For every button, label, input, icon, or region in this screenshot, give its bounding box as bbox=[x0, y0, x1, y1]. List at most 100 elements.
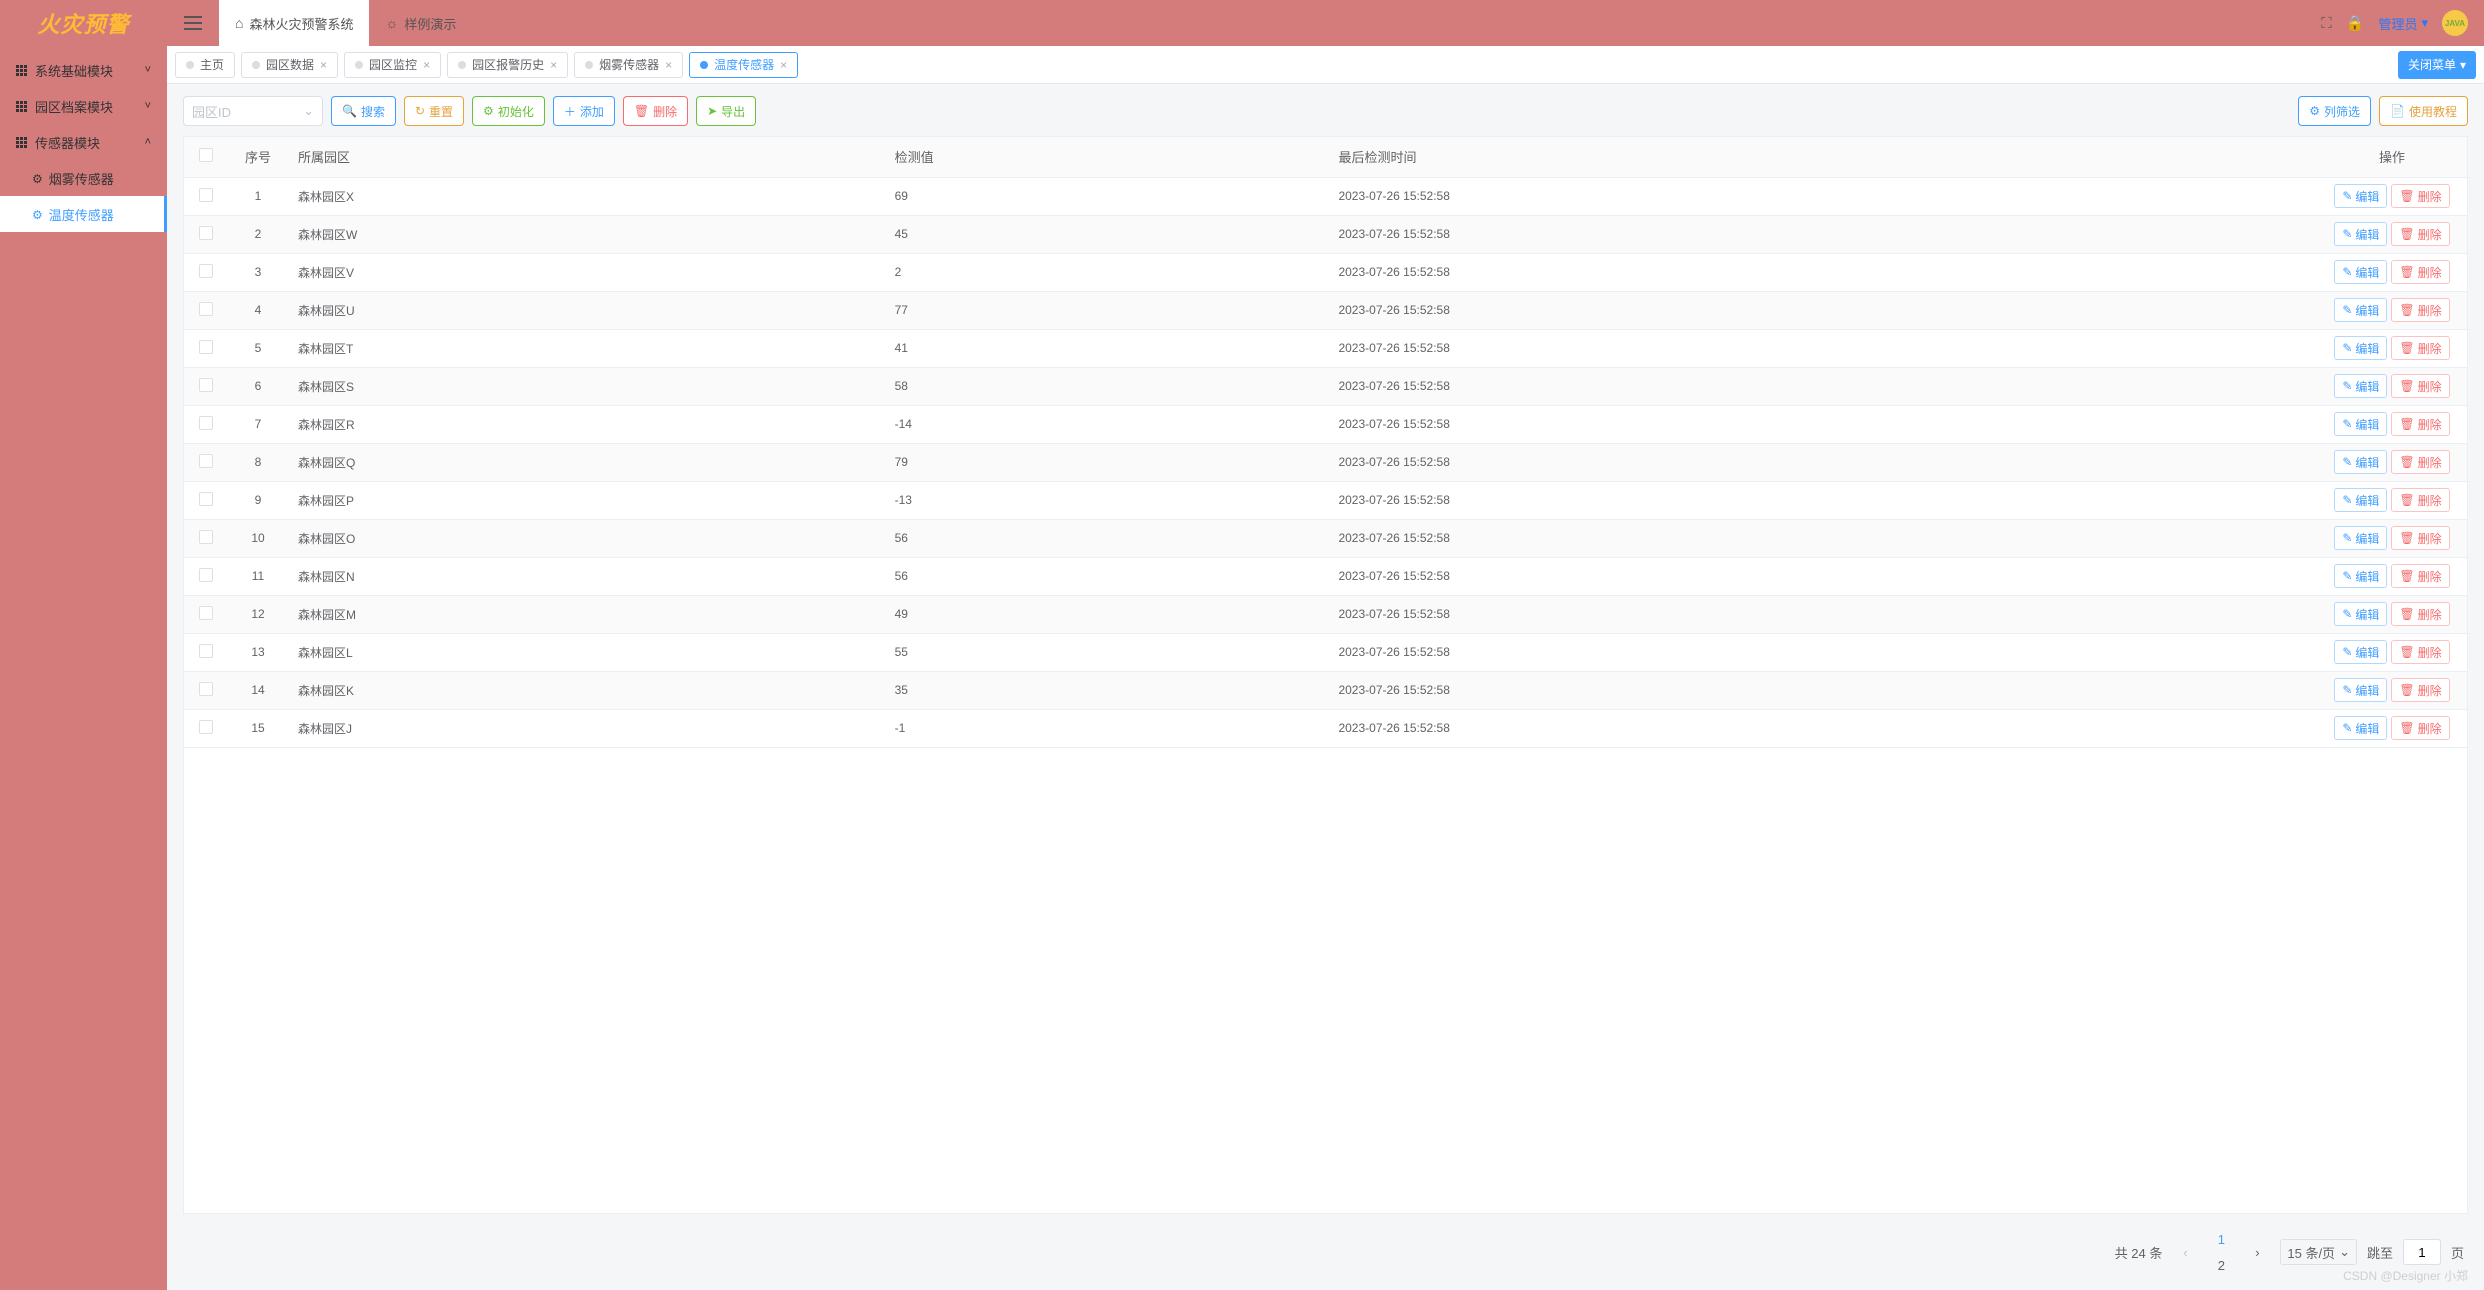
row-delete-button[interactable]: 🗑删除 bbox=[2391, 374, 2449, 398]
edit-button[interactable]: ✎编辑 bbox=[2334, 374, 2387, 398]
row-checkbox[interactable] bbox=[199, 378, 213, 392]
cell-time: 2023-07-26 15:52:58 bbox=[1328, 367, 2317, 405]
top-tab-main[interactable]: ⌂ 森林火灾预警系统 bbox=[219, 0, 369, 46]
row-delete-button[interactable]: 🗑删除 bbox=[2391, 450, 2449, 474]
row-checkbox[interactable] bbox=[199, 416, 213, 430]
edit-button[interactable]: ✎编辑 bbox=[2334, 678, 2387, 702]
admin-dropdown[interactable]: 管理员 ▾ bbox=[2378, 14, 2428, 33]
table-row: 7森林园区R-142023-07-26 15:52:58✎编辑🗑删除 bbox=[184, 405, 2467, 443]
row-delete-button[interactable]: 🗑删除 bbox=[2391, 564, 2449, 588]
export-button[interactable]: ➤导出 bbox=[696, 96, 756, 126]
edit-button[interactable]: ✎编辑 bbox=[2334, 526, 2387, 550]
row-checkbox[interactable] bbox=[199, 606, 213, 620]
edit-icon: ✎ bbox=[2342, 455, 2352, 469]
close-icon[interactable]: × bbox=[320, 58, 327, 72]
edit-button[interactable]: ✎编辑 bbox=[2334, 716, 2387, 740]
cell-seq: 10 bbox=[228, 519, 288, 557]
close-menu-button[interactable]: 关闭菜单 ▾ bbox=[2398, 51, 2476, 79]
prev-page-button[interactable]: ‹ bbox=[2172, 1239, 2198, 1265]
row-checkbox[interactable] bbox=[199, 492, 213, 506]
tab-dot-icon bbox=[458, 61, 466, 69]
add-button[interactable]: ＋添加 bbox=[553, 96, 615, 126]
next-page-button[interactable]: › bbox=[2244, 1239, 2270, 1265]
edit-button[interactable]: ✎编辑 bbox=[2334, 450, 2387, 474]
edit-button[interactable]: ✎编辑 bbox=[2334, 184, 2387, 208]
row-checkbox[interactable] bbox=[199, 340, 213, 354]
page-number-button[interactable]: 2 bbox=[2208, 1252, 2234, 1278]
page-size-select[interactable]: 15 条/页 ⌄ bbox=[2280, 1239, 2357, 1265]
grid-icon bbox=[16, 137, 27, 148]
row-checkbox[interactable] bbox=[199, 302, 213, 316]
close-icon[interactable]: × bbox=[550, 58, 557, 72]
menu-label: 园区档案模块 bbox=[35, 97, 113, 116]
row-delete-button[interactable]: 🗑删除 bbox=[2391, 488, 2449, 512]
edit-button[interactable]: ✎编辑 bbox=[2334, 564, 2387, 588]
row-delete-button[interactable]: 🗑删除 bbox=[2391, 222, 2449, 246]
row-checkbox[interactable] bbox=[199, 568, 213, 582]
edit-button[interactable]: ✎编辑 bbox=[2334, 640, 2387, 664]
row-delete-button[interactable]: 🗑删除 bbox=[2391, 336, 2449, 360]
row-delete-button[interactable]: 🗑删除 bbox=[2391, 678, 2449, 702]
workspace-tab[interactable]: 园区数据× bbox=[241, 52, 338, 78]
search-button[interactable]: 🔍搜索 bbox=[331, 96, 396, 126]
workspace-tab[interactable]: 温度传感器× bbox=[689, 52, 798, 78]
cell-seq: 4 bbox=[228, 291, 288, 329]
row-checkbox[interactable] bbox=[199, 644, 213, 658]
workspace-tab[interactable]: 主页 bbox=[175, 52, 235, 78]
submenu-item[interactable]: 烟雾传感器 bbox=[0, 160, 167, 196]
row-checkbox[interactable] bbox=[199, 188, 213, 202]
cell-seq: 7 bbox=[228, 405, 288, 443]
edit-button[interactable]: ✎编辑 bbox=[2334, 222, 2387, 246]
row-delete-button[interactable]: 🗑删除 bbox=[2391, 640, 2449, 664]
jump-input[interactable] bbox=[2403, 1239, 2441, 1265]
column-filter-button[interactable]: ⚙列筛选 bbox=[2298, 96, 2371, 126]
row-delete-button[interactable]: 🗑删除 bbox=[2391, 184, 2449, 208]
reset-button[interactable]: ↻重置 bbox=[404, 96, 464, 126]
page-number-button[interactable]: 1 bbox=[2208, 1226, 2234, 1252]
row-checkbox[interactable] bbox=[199, 226, 213, 240]
edit-button[interactable]: ✎编辑 bbox=[2334, 336, 2387, 360]
edit-button[interactable]: ✎编辑 bbox=[2334, 412, 2387, 436]
cell-value: 55 bbox=[885, 633, 1329, 671]
top-tab-demo[interactable]: ☼ 样例演示 bbox=[369, 0, 472, 46]
submenu-item[interactable]: 温度传感器 bbox=[0, 196, 167, 232]
menu-group[interactable]: 传感器模块˄ bbox=[0, 124, 167, 160]
row-delete-button[interactable]: 🗑删除 bbox=[2391, 526, 2449, 550]
select-all-checkbox[interactable] bbox=[199, 148, 213, 162]
edit-button[interactable]: ✎编辑 bbox=[2334, 602, 2387, 626]
close-icon[interactable]: × bbox=[423, 58, 430, 72]
row-delete-button[interactable]: 🗑删除 bbox=[2391, 412, 2449, 436]
menu-toggle-button[interactable] bbox=[167, 0, 219, 46]
init-button[interactable]: ⚙初始化 bbox=[472, 96, 545, 126]
edit-button[interactable]: ✎编辑 bbox=[2334, 298, 2387, 322]
park-id-select[interactable]: 园区ID ⌄ bbox=[183, 96, 323, 126]
row-checkbox[interactable] bbox=[199, 682, 213, 696]
row-delete-button[interactable]: 🗑删除 bbox=[2391, 716, 2449, 740]
select-placeholder: 园区ID bbox=[192, 102, 231, 121]
edit-icon: ✎ bbox=[2342, 417, 2352, 431]
row-checkbox[interactable] bbox=[199, 454, 213, 468]
lock-icon[interactable]: 🔒 bbox=[2346, 14, 2365, 32]
workspace-tab[interactable]: 园区报警历史× bbox=[447, 52, 568, 78]
cell-seq: 11 bbox=[228, 557, 288, 595]
tab-dot-icon bbox=[252, 61, 260, 69]
row-checkbox[interactable] bbox=[199, 720, 213, 734]
menu-group[interactable]: 系统基础模块˅ bbox=[0, 52, 167, 88]
workspace-tab[interactable]: 烟雾传感器× bbox=[574, 52, 683, 78]
close-icon[interactable]: × bbox=[780, 58, 787, 72]
tutorial-button[interactable]: 📄使用教程 bbox=[2379, 96, 2468, 126]
close-icon[interactable]: × bbox=[665, 58, 672, 72]
row-delete-button[interactable]: 🗑删除 bbox=[2391, 298, 2449, 322]
fullscreen-icon[interactable]: ⛶ bbox=[2321, 15, 2332, 32]
edit-button[interactable]: ✎编辑 bbox=[2334, 260, 2387, 284]
row-delete-button[interactable]: 🗑删除 bbox=[2391, 602, 2449, 626]
row-checkbox[interactable] bbox=[199, 530, 213, 544]
row-checkbox[interactable] bbox=[199, 264, 213, 278]
edit-button[interactable]: ✎编辑 bbox=[2334, 488, 2387, 512]
delete-button[interactable]: 🗑删除 bbox=[623, 96, 688, 126]
trash-icon: 🗑 bbox=[2399, 379, 2414, 393]
avatar[interactable]: JAVA bbox=[2442, 10, 2468, 36]
workspace-tab[interactable]: 园区监控× bbox=[344, 52, 441, 78]
menu-group[interactable]: 园区档案模块˅ bbox=[0, 88, 167, 124]
row-delete-button[interactable]: 🗑删除 bbox=[2391, 260, 2449, 284]
